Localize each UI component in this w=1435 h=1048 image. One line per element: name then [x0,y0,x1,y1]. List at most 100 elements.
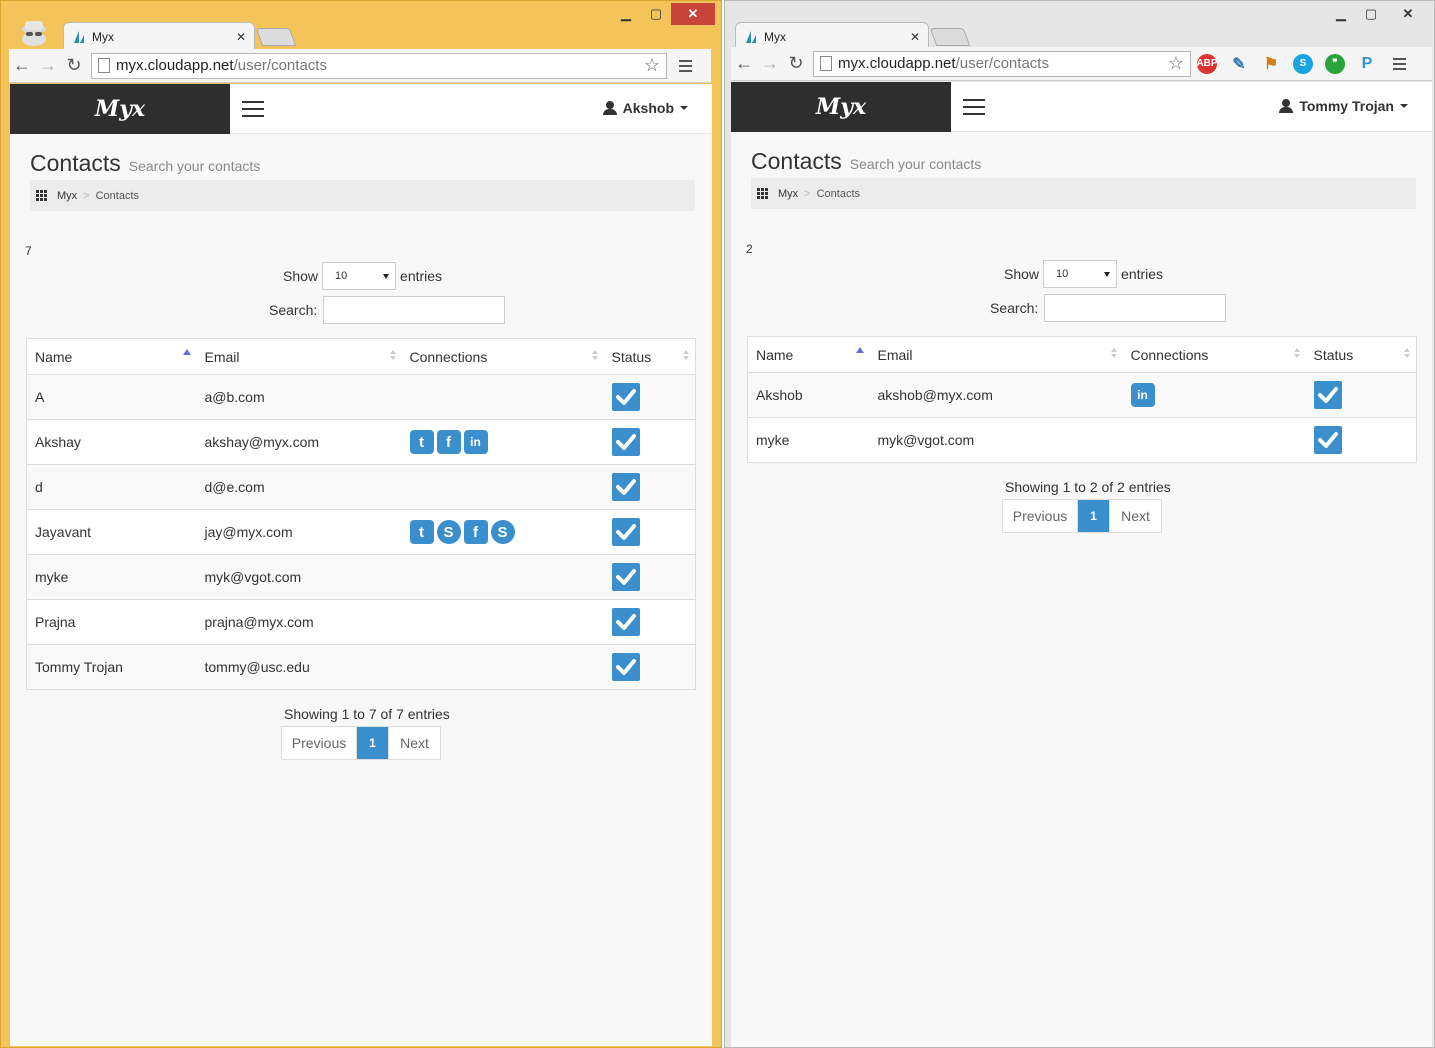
page-title: Contacts [30,150,121,176]
bookmark-icon[interactable]: ⚑ [1261,54,1281,74]
entries-per-page-select[interactable]: 10 [322,262,397,290]
checkbox-checked-icon[interactable] [1313,381,1342,409]
chrome-menu-icon[interactable] [673,54,697,78]
contact-status [603,464,696,510]
skype-icon[interactable]: S [1293,53,1313,74]
linkedin-icon[interactable]: in [463,430,488,454]
forward-arrow-icon[interactable]: → [757,51,783,77]
pagination-previous[interactable]: Previous [1003,500,1077,532]
table-row[interactable]: Akshay akshay@myx.com t f in [26,419,696,465]
checkbox-checked-icon[interactable] [611,473,640,501]
checkbox-checked-icon[interactable] [611,518,640,546]
sidebar-toggle-icon[interactable] [963,99,985,115]
pagination-previous[interactable]: Previous [282,727,356,759]
back-arrow-icon[interactable]: ← [9,53,35,79]
brand-logo[interactable]: Myx [731,82,951,132]
bookmark-star-icon[interactable]: ☆ [1168,53,1184,74]
contact-name: Tommy Trojan [26,644,197,690]
column-header-connections[interactable]: Connections [1122,336,1306,373]
url-path: /user/contacts [955,55,1049,72]
table-row[interactable]: myke myk@vgot.com [26,554,696,600]
search-label: Search: [990,300,1039,316]
table-row[interactable]: Tommy Trojan tommy@usc.edu [26,644,696,690]
checkbox-checked-icon[interactable] [611,383,640,411]
facebook-icon[interactable]: f [436,430,461,454]
pagination-next[interactable]: Next [1109,500,1161,532]
search-input[interactable] [323,296,506,324]
user-name: Akshob [622,100,674,116]
table-row[interactable]: Aa@b.com [26,374,696,420]
table-row[interactable]: d d@e.com [26,464,696,510]
hangouts-icon[interactable]: ❞ [1325,53,1345,74]
checkbox-checked-icon[interactable] [611,608,640,636]
checkbox-checked-icon[interactable] [1313,426,1342,454]
twitter-icon[interactable]: t [409,520,434,544]
contact-email: myk@vgot.com [869,417,1123,463]
reload-icon[interactable]: ↻ [783,51,809,77]
page-header: Contacts Search your contacts [751,148,981,175]
column-header-name[interactable]: Name [26,338,197,375]
column-header-name[interactable]: Name [747,336,870,373]
table-row[interactable]: Prajna prajna@myx.com [26,599,696,645]
search-input[interactable] [1044,294,1227,322]
url-host: myx.cloudapp.net [838,55,956,72]
checkbox-checked-icon[interactable] [611,428,640,456]
column-header-status[interactable]: Status [1305,336,1417,373]
checkbox-checked-icon[interactable] [611,653,640,681]
address-bar[interactable]: myx.cloudapp.net/user/contacts ☆ [813,50,1191,77]
skype-icon[interactable]: S [490,520,515,544]
reload-icon[interactable]: ↻ [61,53,87,79]
entries-length-control: Show 10 entries [283,262,442,290]
brand-logo[interactable]: Myx [10,84,230,134]
length-label-entries: entries [1121,266,1164,282]
table-row[interactable]: myke myk@vgot.com [747,417,1417,463]
tab-myx[interactable]: Myx ✕ [735,22,929,50]
new-tab-button[interactable] [255,28,297,46]
eyedropper-icon[interactable]: ✎ [1229,54,1249,74]
tab-myx[interactable]: Myx ✕ [63,22,255,50]
pagination-page-1[interactable]: 1 [1077,500,1109,532]
close-window-button[interactable]: ✕ [1386,3,1430,25]
tab-close-icon[interactable]: ✕ [236,30,246,44]
back-arrow-icon[interactable]: ← [731,51,757,77]
minimize-button[interactable]: ▁ [1326,4,1356,24]
contact-email: akshay@myx.com [196,419,402,465]
forward-arrow-icon[interactable]: → [35,53,61,79]
contact-connections [401,554,604,600]
entries-per-page-select[interactable]: 10 [1043,260,1118,288]
skype-icon[interactable]: S [436,520,461,544]
user-menu[interactable]: Akshob [602,100,688,116]
bookmark-star-icon[interactable]: ☆ [644,55,660,76]
chrome-menu-icon[interactable] [1387,52,1411,76]
pushbullet-icon[interactable]: P [1357,54,1377,74]
column-header-status[interactable]: Status [603,338,696,375]
breadcrumb-home[interactable]: Myx [778,188,798,200]
checkbox-checked-icon[interactable] [611,563,640,591]
breadcrumb-home[interactable]: Myx [57,190,77,202]
user-menu[interactable]: Tommy Trojan [1279,98,1408,114]
new-tab-button[interactable] [929,28,971,46]
table-row[interactable]: Jayavant jay@myx.com t Sf S [26,509,696,555]
pagination-next[interactable]: Next [388,727,440,759]
adblock-plus-icon[interactable]: ABP [1196,53,1218,74]
address-bar[interactable]: myx.cloudapp.net/user/contacts ☆ [91,52,667,79]
facebook-icon[interactable]: f [463,520,488,544]
close-window-button[interactable]: ✕ [671,3,715,25]
maximize-button[interactable]: ▢ [1356,4,1386,24]
contact-email: akshob@myx.com [869,372,1123,418]
url-path: /user/contacts [233,57,327,74]
linkedin-icon[interactable]: in [1130,383,1155,407]
caret-down-icon [680,106,688,110]
tab-close-icon[interactable]: ✕ [910,30,920,44]
column-header-connections[interactable]: Connections [401,338,604,375]
contact-status [603,509,696,555]
twitter-icon[interactable]: t [409,430,434,454]
sidebar-toggle-icon[interactable] [242,101,264,117]
maximize-button[interactable]: ▢ [641,4,671,24]
table-search: Search: [269,296,506,324]
minimize-button[interactable]: ▁ [611,4,641,24]
table-row[interactable]: Akshob akshob@myx.com in [747,372,1417,418]
column-header-email[interactable]: Email [196,338,402,375]
pagination-page-1[interactable]: 1 [356,727,388,759]
column-header-email[interactable]: Email [869,336,1123,373]
